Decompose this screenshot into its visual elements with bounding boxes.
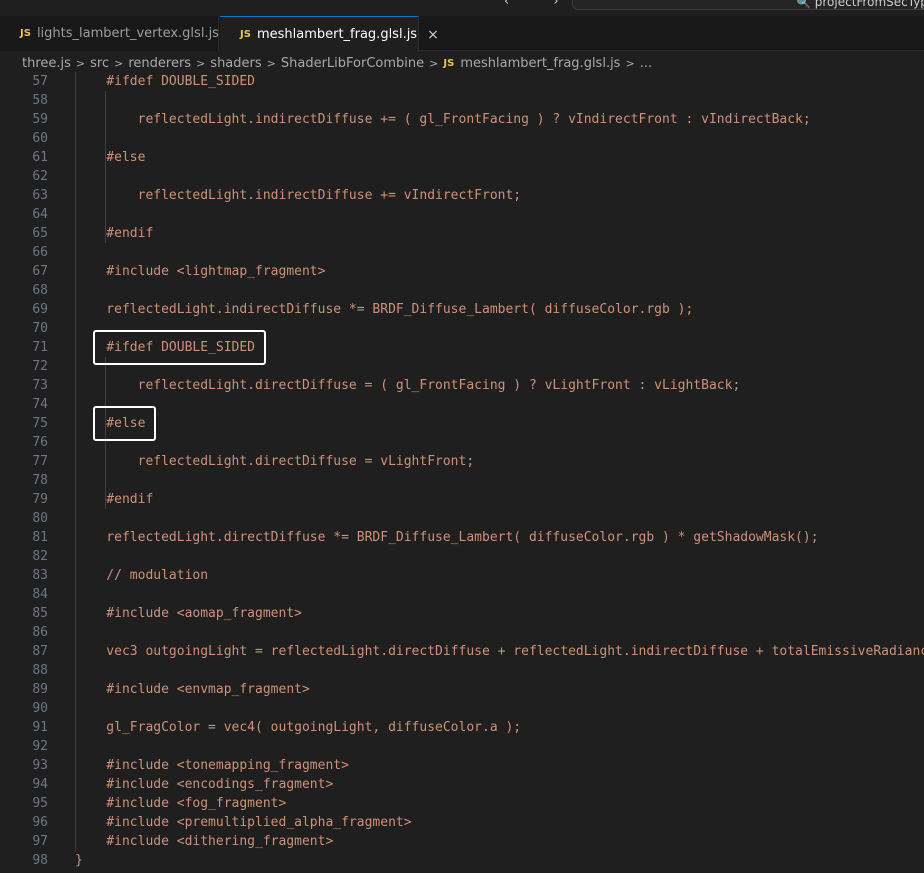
line-number: 63 bbox=[32, 188, 48, 203]
line-number: 82 bbox=[32, 549, 48, 564]
js-file-icon: JS bbox=[20, 28, 31, 39]
chevron-right-icon: > bbox=[266, 56, 276, 70]
nav-arrows[interactable]: ‹ › bbox=[504, 0, 579, 9]
chevron-right-icon: > bbox=[75, 56, 86, 70]
code-line[interactable]: reflectedLight.directDiffuse = ( gl_Fron… bbox=[75, 376, 741, 395]
code-line[interactable]: #endif bbox=[75, 490, 153, 509]
annotation-highlight-box bbox=[93, 406, 156, 441]
line-number: 84 bbox=[32, 587, 48, 602]
chevron-right-icon: > bbox=[114, 56, 124, 70]
line-number: 74 bbox=[32, 397, 48, 412]
line-number: 94 bbox=[32, 777, 48, 792]
code-line[interactable]: #include <envmap_fragment> bbox=[75, 680, 310, 699]
tab-bar: JS lights_lambert_vertex.glsl.js JS mesh… bbox=[0, 16, 924, 52]
line-number: 93 bbox=[32, 758, 48, 773]
line-number: 66 bbox=[32, 245, 48, 260]
line-number: 89 bbox=[32, 682, 48, 697]
annotation-highlight-box bbox=[93, 330, 266, 365]
chevron-right-icon: > bbox=[625, 56, 635, 70]
line-number: 70 bbox=[32, 321, 48, 336]
code-line[interactable]: #include <aomap_fragment> bbox=[75, 604, 302, 623]
code-line[interactable]: #endif bbox=[75, 224, 153, 243]
title-bar: ‹ › 🔍 projectFromSecTyp bbox=[0, 0, 924, 16]
line-number: 60 bbox=[32, 131, 48, 146]
code-line[interactable]: #include <premultiplied_alpha_fragment> bbox=[75, 813, 411, 832]
chevron-right-icon: > bbox=[196, 56, 206, 70]
close-icon[interactable]: × bbox=[427, 28, 439, 42]
line-number: 97 bbox=[32, 834, 48, 849]
breadcrumb-item[interactable]: three.js bbox=[22, 56, 71, 71]
line-number: 80 bbox=[32, 511, 48, 526]
line-number: 77 bbox=[32, 454, 48, 469]
tab-label: meshlambert_frag.glsl.js bbox=[256, 27, 418, 42]
line-number: 69 bbox=[32, 302, 48, 317]
line-number: 98 bbox=[32, 853, 48, 868]
line-number: 64 bbox=[32, 207, 48, 222]
breadcrumb-more[interactable]: ... bbox=[640, 56, 652, 71]
breadcrumb-item[interactable]: src bbox=[90, 56, 109, 71]
indent-guide bbox=[75, 72, 76, 851]
line-number: 73 bbox=[32, 378, 48, 393]
line-number: 76 bbox=[32, 435, 48, 450]
breadcrumb-file[interactable]: meshlambert_frag.glsl.js bbox=[460, 56, 620, 71]
code-line[interactable]: reflectedLight.indirectDiffuse += vIndir… bbox=[75, 186, 522, 205]
line-number: 95 bbox=[32, 796, 48, 811]
breadcrumb-item[interactable]: ShaderLibForCombine bbox=[281, 56, 424, 71]
line-number: 68 bbox=[32, 283, 48, 298]
line-number: 90 bbox=[32, 701, 48, 716]
line-number: 79 bbox=[32, 492, 48, 507]
tab-lights-lambert-vertex[interactable]: JS lights_lambert_vertex.glsl.js bbox=[0, 16, 219, 51]
line-number: 96 bbox=[32, 815, 48, 830]
breadcrumb: three.js > src > renderers > shaders > S… bbox=[0, 52, 924, 74]
line-number: 65 bbox=[32, 226, 48, 241]
line-number: 61 bbox=[32, 150, 48, 165]
line-number: 83 bbox=[32, 568, 48, 583]
chevron-right-icon: > bbox=[429, 56, 439, 70]
code-editor[interactable]: 57 #ifdef DOUBLE_SIDED 58 59 reflectedLigh… bbox=[0, 72, 924, 873]
line-number: 71 bbox=[32, 340, 48, 355]
line-number: 78 bbox=[32, 473, 48, 488]
code-line[interactable]: gl_FragColor = vec4( outgoingLight, diff… bbox=[75, 718, 521, 737]
code-line[interactable]: #include <encodings_fragment> bbox=[75, 775, 333, 794]
code-line[interactable]: reflectedLight.directDiffuse *= BRDF_Dif… bbox=[75, 528, 818, 547]
tab-label: lights_lambert_vertex.glsl.js bbox=[36, 26, 219, 41]
line-number: 75 bbox=[32, 416, 48, 431]
code-line[interactable]: #include <lightmap_fragment> bbox=[75, 262, 325, 281]
command-center-text[interactable]: 🔍 projectFromSecTyp bbox=[796, 0, 924, 9]
line-number: 67 bbox=[32, 264, 48, 279]
line-number: 85 bbox=[32, 606, 48, 621]
code-line[interactable]: #include <dithering_fragment> bbox=[75, 832, 333, 851]
code-line[interactable]: #include <tonemapping_fragment> bbox=[75, 756, 349, 775]
code-line[interactable]: reflectedLight.directDiffuse = vLightFro… bbox=[75, 452, 475, 471]
code-line[interactable]: reflectedLight.indirectDiffuse *= BRDF_D… bbox=[75, 300, 693, 319]
line-number: 57 bbox=[32, 74, 48, 89]
code-line[interactable]: // modulation bbox=[75, 566, 208, 585]
line-number: 91 bbox=[32, 720, 48, 735]
code-line[interactable]: } bbox=[75, 851, 83, 870]
code-line[interactable]: vec3 outgoingLight = reflectedLight.dire… bbox=[75, 642, 924, 661]
line-number: 87 bbox=[32, 644, 48, 659]
tab-meshlambert-frag[interactable]: JS meshlambert_frag.glsl.js × bbox=[220, 16, 439, 52]
indent-guide bbox=[105, 91, 106, 243]
vscode-window: ‹ › 🔍 projectFromSecTyp JS lights_lamber… bbox=[0, 0, 924, 873]
line-number: 59 bbox=[32, 112, 48, 127]
breadcrumb-item[interactable]: shaders bbox=[210, 56, 261, 71]
breadcrumb-item[interactable]: renderers bbox=[128, 56, 191, 71]
code-line[interactable]: #else bbox=[75, 148, 145, 167]
line-number: 81 bbox=[32, 530, 48, 545]
js-file-icon: JS bbox=[240, 29, 251, 40]
line-number: 58 bbox=[32, 93, 48, 108]
code-line[interactable]: #include <fog_fragment> bbox=[75, 794, 286, 813]
line-number: 92 bbox=[32, 739, 48, 754]
code-line[interactable]: reflectedLight.indirectDiffuse += ( gl_F… bbox=[75, 110, 811, 129]
code-line[interactable]: #ifdef DOUBLE_SIDED bbox=[75, 72, 255, 91]
line-number: 72 bbox=[32, 359, 48, 374]
js-file-icon: JS bbox=[443, 57, 455, 69]
line-number: 86 bbox=[32, 625, 48, 640]
line-number: 62 bbox=[32, 169, 48, 184]
line-number: 88 bbox=[32, 663, 48, 678]
